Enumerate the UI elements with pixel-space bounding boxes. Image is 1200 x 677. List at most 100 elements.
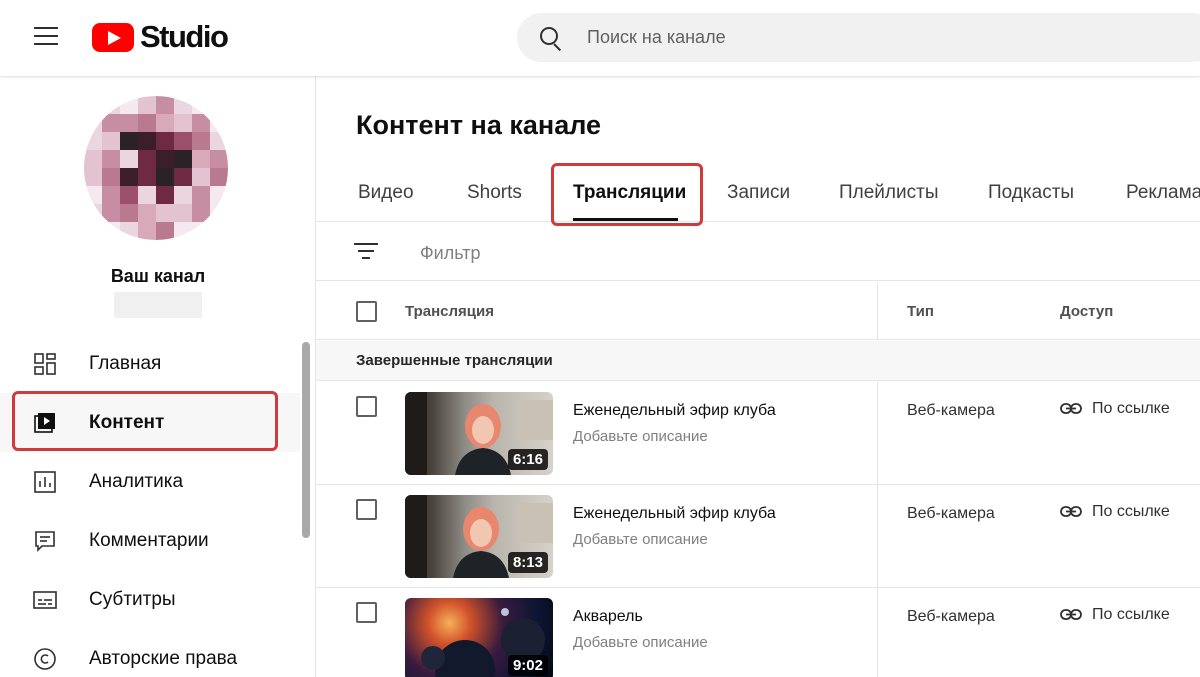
table-header: Трансляция Тип Доступ [316, 282, 1200, 340]
video-description[interactable]: Добавьте описание [573, 531, 708, 548]
filter-bar: Фильтр [316, 223, 1200, 281]
content-tabs: Видео Shorts Трансляции Записи Плейлисты… [316, 164, 1200, 222]
avatar-pixel [138, 186, 156, 204]
tab-posts[interactable]: Записи [727, 182, 790, 204]
column-divider [877, 588, 878, 677]
sidebar-item-subtitles[interactable]: Субтитры [0, 570, 300, 629]
sidebar-item-label: Авторские права [89, 647, 238, 669]
filter-icon[interactable] [354, 241, 378, 261]
search-icon[interactable] [539, 26, 563, 50]
avatar-pixel [192, 204, 210, 222]
avatar-pixel [138, 96, 156, 114]
menu-icon[interactable] [34, 27, 58, 47]
avatar-pixel [84, 96, 102, 114]
visibility-label: По ссылке [1092, 606, 1170, 623]
youtube-studio-logo[interactable]: Studio [92, 18, 229, 56]
visibility-dropdown[interactable]: По ссылке [1060, 503, 1170, 521]
video-thumbnail[interactable]: 8:13 [405, 495, 553, 578]
column-header-stream[interactable]: Трансляция [405, 303, 494, 320]
avatar-pixel [138, 222, 156, 240]
avatar-pixel [174, 204, 192, 222]
video-title[interactable]: Еженедельный эфир клуба [573, 402, 776, 420]
avatar-pixel [192, 150, 210, 168]
sidebar-item-copyright[interactable]: Авторские права [0, 629, 300, 677]
video-title[interactable]: Еженедельный эфир клуба [573, 505, 776, 523]
avatar[interactable] [84, 96, 228, 240]
tab-promotions[interactable]: Реклама [1126, 182, 1200, 204]
avatar-pixel [120, 204, 138, 222]
avatar-pixel [192, 114, 210, 132]
sidebar: Ваш канал Главная Контент Аналитика Комм… [0, 76, 316, 677]
table-row[interactable]: 9:02 Акварель Добавьте описание Веб-каме… [316, 588, 1200, 677]
visibility-label: По ссылке [1092, 503, 1170, 520]
sidebar-item-content[interactable]: Контент [0, 393, 300, 452]
video-title[interactable]: Акварель [573, 608, 643, 626]
tab-live[interactable]: Трансляции [573, 182, 686, 204]
visibility-label: По ссылке [1092, 400, 1170, 417]
content-play-icon [34, 412, 55, 433]
tab-videos[interactable]: Видео [358, 182, 414, 204]
avatar-pixel [156, 204, 174, 222]
column-header-access[interactable]: Доступ [1060, 303, 1113, 320]
video-thumbnail[interactable]: 6:16 [405, 392, 553, 475]
visibility-dropdown[interactable]: По ссылке [1060, 606, 1170, 624]
avatar-pixel [120, 168, 138, 186]
tab-podcasts[interactable]: Подкасты [988, 182, 1074, 204]
video-thumbnail[interactable]: 9:02 [405, 598, 553, 677]
avatar-pixel [210, 96, 228, 114]
avatar-pixel [174, 96, 192, 114]
tab-playlists[interactable]: Плейлисты [839, 182, 938, 204]
avatar-pixel [120, 132, 138, 150]
avatar-pixel [156, 114, 174, 132]
video-description[interactable]: Добавьте описание [573, 428, 708, 445]
column-header-type[interactable]: Тип [907, 303, 934, 320]
search-input[interactable] [587, 27, 1147, 48]
main-content: Контент на канале Видео Shorts Трансляци… [316, 76, 1200, 677]
link-icon [1060, 609, 1082, 620]
sidebar-nav: Главная Контент Аналитика Комментарии Су… [0, 334, 300, 677]
sidebar-item-label: Контент [89, 411, 165, 433]
analytics-icon [34, 470, 56, 493]
search-bar[interactable] [517, 13, 1200, 62]
video-description[interactable]: Добавьте описание [573, 634, 708, 651]
avatar-pixel [192, 96, 210, 114]
avatar-pixel [192, 168, 210, 186]
avatar-pixel [138, 150, 156, 168]
table-row[interactable]: 6:16 Еженедельный эфир клуба Добавьте оп… [316, 382, 1200, 485]
select-all-checkbox[interactable] [356, 301, 377, 322]
stream-type: Веб-камера [907, 402, 995, 419]
avatar-pixel [174, 186, 192, 204]
duration-badge: 9:02 [507, 655, 548, 676]
top-bar: Studio [0, 0, 1200, 76]
avatar-pixel [84, 168, 102, 186]
avatar-pixel [156, 222, 174, 240]
avatar-pixel [84, 222, 102, 240]
active-tab-indicator [573, 218, 678, 221]
sidebar-item-label: Главная [89, 352, 162, 374]
filter-input[interactable]: Фильтр [420, 243, 480, 264]
copyright-icon [34, 647, 56, 670]
tab-shorts[interactable]: Shorts [467, 182, 522, 204]
avatar-pixel [156, 186, 174, 204]
sidebar-item-dashboard[interactable]: Главная [0, 334, 300, 393]
avatar-pixel [156, 96, 174, 114]
avatar-pixel [102, 186, 120, 204]
avatar-pixel [102, 96, 120, 114]
visibility-dropdown[interactable]: По ссылке [1060, 400, 1170, 418]
avatar-pixel [138, 168, 156, 186]
avatar-pixel [84, 150, 102, 168]
sidebar-scrollbar[interactable] [302, 342, 310, 538]
sidebar-item-label: Субтитры [89, 588, 176, 610]
avatar-pixel [102, 222, 120, 240]
avatar-pixel [192, 186, 210, 204]
column-divider [877, 382, 878, 485]
table-row[interactable]: 8:13 Еженедельный эфир клуба Добавьте оп… [316, 485, 1200, 588]
row-checkbox[interactable] [356, 396, 377, 417]
avatar-pixel [156, 168, 174, 186]
avatar-pixel [84, 132, 102, 150]
sidebar-item-analytics[interactable]: Аналитика [0, 452, 300, 511]
stream-type: Веб-камера [907, 505, 995, 522]
sidebar-item-comments[interactable]: Комментарии [0, 511, 300, 570]
row-checkbox[interactable] [356, 499, 377, 520]
row-checkbox[interactable] [356, 602, 377, 623]
